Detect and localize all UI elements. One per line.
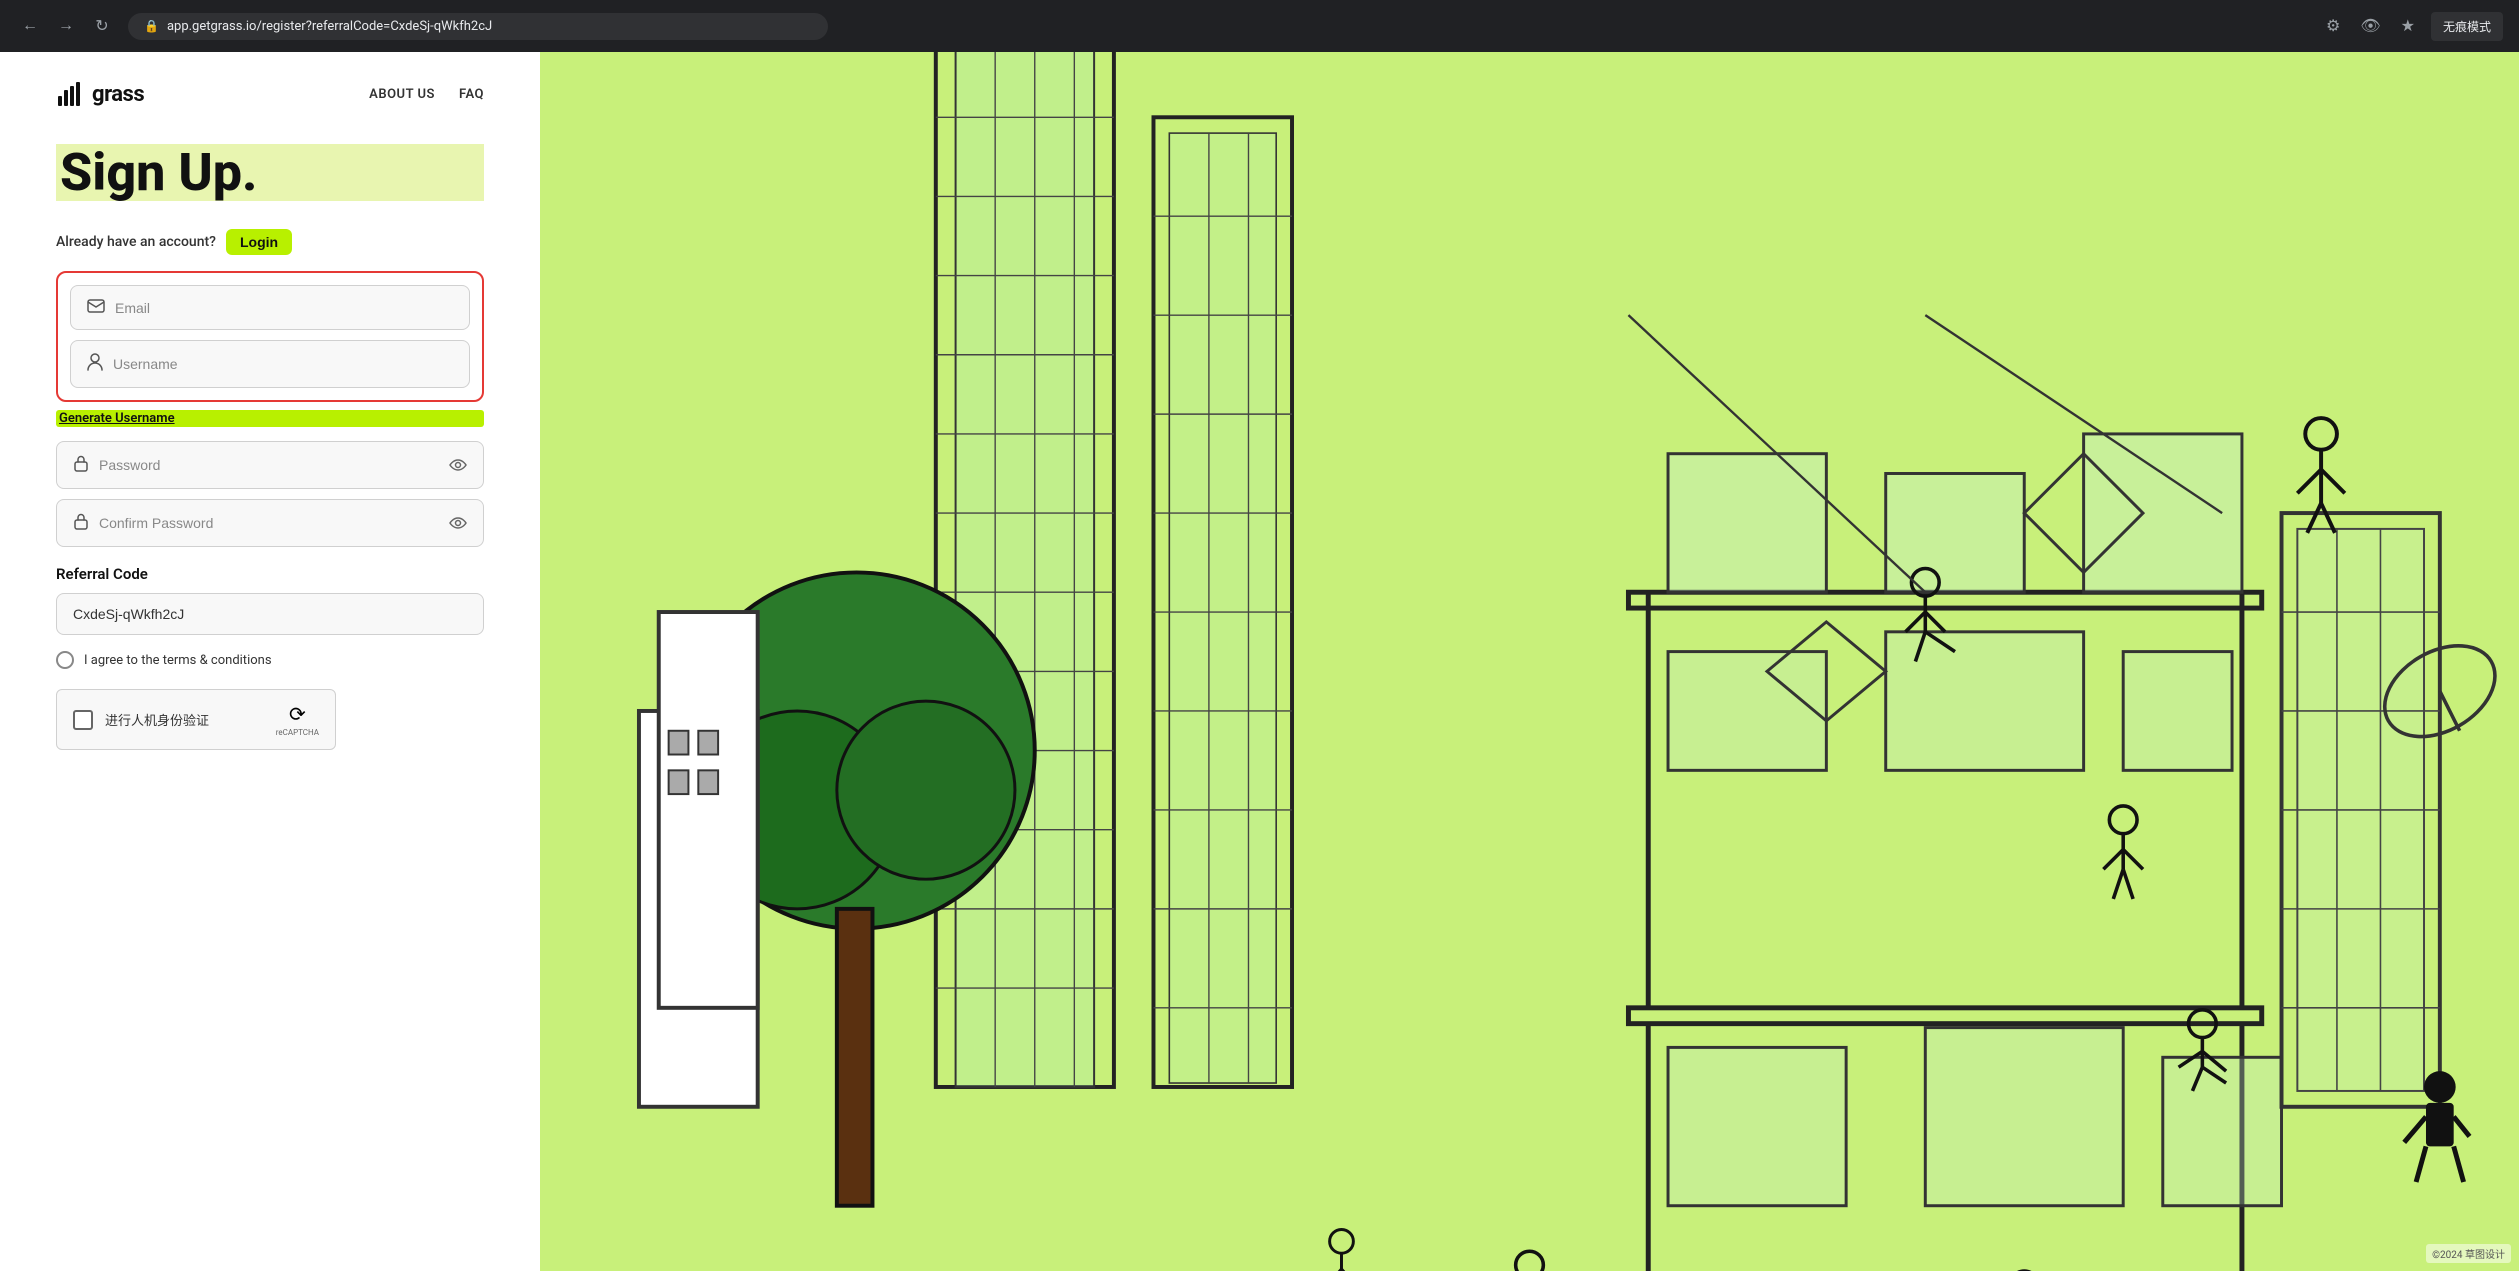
recaptcha-label: reCAPTCHA bbox=[276, 728, 319, 737]
back-button[interactable]: ← bbox=[16, 12, 44, 40]
user-icon bbox=[87, 353, 103, 375]
confirm-password-eye-icon[interactable] bbox=[449, 514, 467, 533]
terms-checkbox[interactable] bbox=[56, 651, 74, 669]
browser-chrome: ← → ↻ 🔒 app.getgrass.io/register?referra… bbox=[0, 0, 2519, 52]
logo-area: grass bbox=[56, 80, 144, 108]
email-input[interactable] bbox=[115, 300, 453, 316]
email-field-wrapper bbox=[70, 285, 470, 330]
terms-text: I agree to the terms & conditions bbox=[84, 653, 272, 668]
password-input[interactable] bbox=[99, 457, 439, 473]
confirm-password-field-wrapper bbox=[56, 499, 484, 547]
extensions-button[interactable]: ⚙ bbox=[2322, 12, 2344, 40]
signup-title: Sign Up. bbox=[56, 144, 484, 201]
logo-text: grass bbox=[92, 82, 144, 107]
password-lock-icon bbox=[73, 454, 89, 476]
incognito-mode-button[interactable]: 无痕模式 bbox=[2431, 12, 2503, 41]
confirm-password-input[interactable] bbox=[99, 515, 439, 531]
nav-buttons: ← → ↻ bbox=[16, 12, 116, 40]
city-illustration-container bbox=[540, 52, 2519, 1271]
recaptcha-text: 进行人机身份验证 bbox=[105, 710, 209, 729]
eye-slash-icon[interactable]: 👁 bbox=[2356, 12, 2384, 40]
referral-code-input[interactable] bbox=[56, 593, 484, 635]
email-icon bbox=[87, 298, 105, 317]
username-input[interactable] bbox=[113, 356, 453, 372]
password-eye-icon[interactable] bbox=[449, 456, 467, 475]
left-panel: grass ABOUT US FAQ Sign Up. Already have… bbox=[0, 52, 540, 1271]
already-account-text: Already have an account? bbox=[56, 234, 216, 250]
refresh-button[interactable]: ↻ bbox=[88, 12, 116, 40]
about-us-link[interactable]: ABOUT US bbox=[369, 87, 435, 102]
referral-code-label: Referral Code bbox=[56, 565, 484, 583]
grass-logo-icon bbox=[56, 80, 84, 108]
login-row: Already have an account? Login bbox=[56, 229, 484, 255]
generate-username-link[interactable]: Generate Username bbox=[56, 410, 484, 427]
recaptcha-checkbox[interactable] bbox=[73, 710, 93, 730]
faq-link[interactable]: FAQ bbox=[459, 87, 484, 102]
confirm-password-lock-icon bbox=[73, 512, 89, 534]
recaptcha-area[interactable]: 进行人机身份验证 ⟳ reCAPTCHA bbox=[56, 689, 336, 750]
recaptcha-left: 进行人机身份验证 bbox=[73, 710, 209, 730]
url-text: app.getgrass.io/register?referralCode=Cx… bbox=[167, 19, 492, 34]
browser-actions: ⚙ 👁 ★ 无痕模式 bbox=[2322, 12, 2503, 41]
forward-button[interactable]: → bbox=[52, 12, 80, 40]
login-button[interactable]: Login bbox=[226, 229, 292, 255]
email-username-box bbox=[56, 271, 484, 402]
star-button[interactable]: ★ bbox=[2397, 12, 2419, 40]
recaptcha-right: ⟳ reCAPTCHA bbox=[276, 702, 319, 737]
main-nav: ABOUT US FAQ bbox=[369, 87, 484, 102]
city-illustration-svg bbox=[540, 52, 2519, 1271]
address-bar[interactable]: 🔒 app.getgrass.io/register?referralCode=… bbox=[128, 13, 828, 40]
page-wrapper: grass ABOUT US FAQ Sign Up. Already have… bbox=[0, 52, 2519, 1271]
lock-icon: 🔒 bbox=[144, 19, 159, 33]
recaptcha-logo-icon: ⟳ bbox=[289, 702, 306, 726]
watermark: ©2024 草图设计 bbox=[2426, 1244, 2511, 1263]
terms-row: I agree to the terms & conditions bbox=[56, 651, 484, 669]
password-field-wrapper bbox=[56, 441, 484, 489]
username-field-wrapper bbox=[70, 340, 470, 388]
site-header: grass ABOUT US FAQ bbox=[56, 52, 484, 132]
right-panel: ©2024 草图设计 bbox=[540, 52, 2519, 1271]
